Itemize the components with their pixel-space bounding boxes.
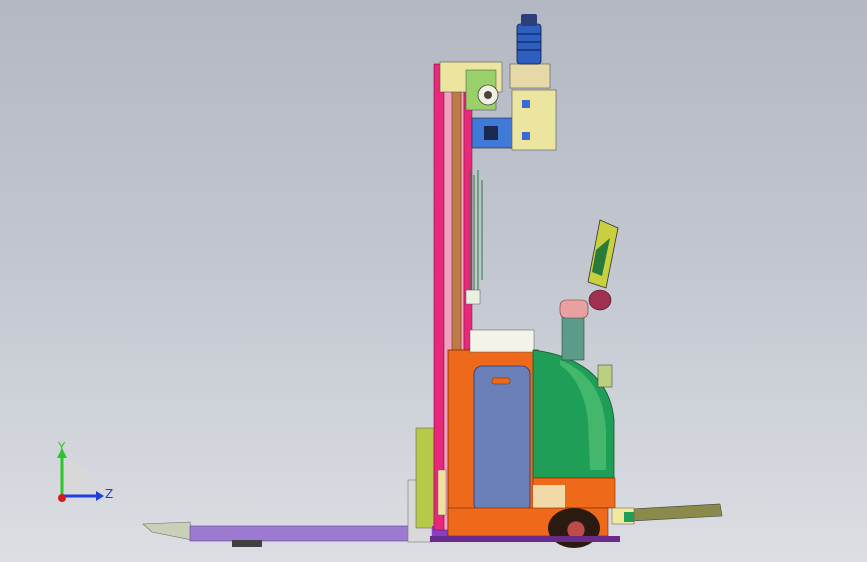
mast-bracket	[465, 289, 481, 305]
control-box	[511, 89, 557, 151]
fork-wheel-left	[232, 540, 262, 547]
triad-origin	[58, 494, 66, 502]
tiller-post	[561, 311, 585, 361]
drive-motor-cap	[521, 14, 537, 26]
axis-triad[interactable]: Y Z	[48, 440, 128, 510]
mast-rail-mid	[463, 65, 473, 367]
control-box-port-2	[522, 132, 530, 140]
cad-viewport[interactable]: Y Z	[0, 0, 867, 562]
steering-block-dark	[484, 126, 498, 140]
body-handle	[491, 377, 511, 385]
motor-bracket	[509, 63, 551, 89]
fork-tip	[142, 521, 193, 541]
forklift-3d-model[interactable]	[0, 0, 867, 562]
fork-carriage-green	[415, 427, 435, 529]
fork-blade	[189, 525, 433, 542]
tiller-post-top	[559, 299, 589, 319]
mast-pulley-hub	[484, 91, 492, 99]
y-axis-label: Y	[58, 440, 66, 454]
body-top	[469, 329, 535, 353]
tiller-base-green	[597, 364, 613, 388]
rear-connector-green	[624, 512, 634, 522]
control-box-port	[522, 100, 530, 108]
body-panel	[473, 365, 531, 513]
triad-quadrant	[62, 460, 96, 494]
z-axis-arrow	[96, 491, 104, 501]
lift-cylinder-rod	[437, 469, 447, 516]
tiller-joint	[588, 289, 612, 311]
drive-motor	[516, 23, 542, 65]
body-bottom-bar	[430, 536, 620, 542]
mast-rail-outer	[433, 63, 445, 531]
z-axis-label: Z	[105, 487, 114, 501]
